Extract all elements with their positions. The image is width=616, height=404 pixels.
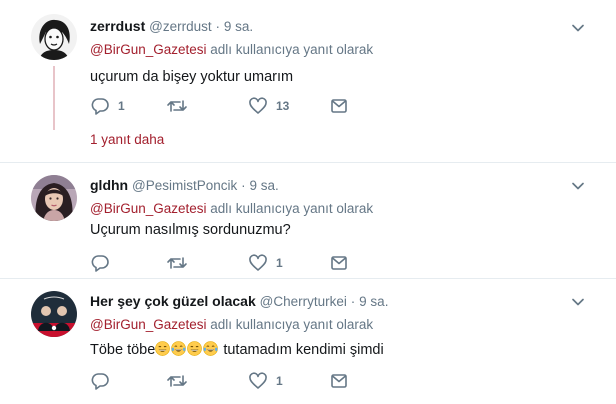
reply-button[interactable] xyxy=(90,253,118,273)
reply-suffix: adlı kullanıcıya yanıt olarak xyxy=(210,317,374,332)
retweet-icon xyxy=(166,254,188,272)
like-button[interactable]: 1 xyxy=(248,371,283,391)
chevron-down-icon[interactable] xyxy=(570,20,586,36)
mention-link[interactable]: @BirGun_Gazetesi xyxy=(90,317,207,332)
tweet[interactable]: zerrdust @zerrdust · 9 sa. @BirGun_Gazet… xyxy=(0,0,616,163)
grinning-face-smiling-eyes-icon xyxy=(155,341,171,356)
reply-context: @BirGun_Gazetesi adlı kullanıcıya yanıt … xyxy=(90,317,373,332)
direct-message-icon xyxy=(330,255,348,271)
tweet[interactable]: Her şey çok güzel olacak @Cherryturkei ·… xyxy=(0,279,616,404)
reply-context: @BirGun_Gazetesi adlı kullanıcıya yanıt … xyxy=(90,201,373,216)
like-icon xyxy=(248,97,268,115)
chevron-down-icon[interactable] xyxy=(570,294,586,310)
user-handle[interactable]: @Cherryturkei xyxy=(260,294,347,309)
tweet-header: gldhn @PesimistPoncik · 9 sa. xyxy=(90,176,279,195)
direct-message-icon xyxy=(330,98,348,114)
tweet-actions: 1 xyxy=(90,371,390,391)
chevron-down-icon[interactable] xyxy=(570,178,586,194)
display-name[interactable]: gldhn xyxy=(90,177,128,193)
separator-dot: · xyxy=(241,178,246,193)
user-handle[interactable]: @PesimistPoncik xyxy=(132,178,237,193)
timestamp[interactable]: 9 sa. xyxy=(224,19,253,34)
like-count: 1 xyxy=(276,256,283,270)
mention-link[interactable]: @BirGun_Gazetesi xyxy=(90,201,207,216)
retweet-icon xyxy=(166,97,188,115)
like-button[interactable]: 1 xyxy=(248,253,283,273)
reply-icon xyxy=(90,97,110,115)
tweet-actions: 1 xyxy=(90,253,390,273)
show-more-replies-link[interactable]: 1 yanıt daha xyxy=(90,132,164,147)
retweet-icon xyxy=(166,372,188,390)
reply-suffix: adlı kullanıcıya yanıt olarak xyxy=(210,42,374,57)
direct-message-button[interactable] xyxy=(330,96,348,116)
mention-link[interactable]: @BirGun_Gazetesi xyxy=(90,42,207,57)
grinning-face-smiling-eyes-icon xyxy=(187,341,203,356)
tweet-text: uçurum da bişey yoktur umarım xyxy=(90,69,294,85)
face-tears-of-joy-icon xyxy=(203,341,219,356)
retweet-button[interactable] xyxy=(166,371,196,391)
tweet-text-end: tutamadım kendimi şimdi xyxy=(223,342,384,358)
tweet-text-start: Töbe töbe xyxy=(90,342,156,358)
reply-context: @BirGun_Gazetesi adlı kullanıcıya yanıt … xyxy=(90,42,373,57)
avatar[interactable] xyxy=(31,175,77,221)
like-count: 1 xyxy=(276,374,283,388)
display-name[interactable]: zerrdust xyxy=(90,18,145,34)
tweet-text: Uçurum nasılmış sordunuzmu? xyxy=(90,222,291,238)
reply-count: 1 xyxy=(118,99,125,113)
separator-dot: · xyxy=(350,294,356,309)
direct-message-button[interactable] xyxy=(330,253,348,273)
reply-button[interactable]: 1 xyxy=(90,96,125,116)
retweet-button[interactable] xyxy=(166,253,196,273)
like-icon xyxy=(248,254,268,272)
user-handle[interactable]: @zerrdust xyxy=(149,19,211,34)
direct-message-icon xyxy=(330,373,348,389)
tweet-actions: 1 13 xyxy=(90,96,390,116)
like-icon xyxy=(248,372,268,390)
tweet-text: Töbe töbe tutamadım kendimi şimdi xyxy=(90,341,384,358)
timestamp[interactable]: 9 sa. xyxy=(359,294,388,309)
direct-message-button[interactable] xyxy=(330,371,348,391)
like-button[interactable]: 13 xyxy=(248,96,289,116)
avatar[interactable] xyxy=(31,14,77,60)
tweet[interactable]: gldhn @PesimistPoncik · 9 sa. @BirGun_Ga… xyxy=(0,163,616,279)
retweet-button[interactable] xyxy=(166,96,196,116)
thread-connector xyxy=(53,66,55,130)
avatar[interactable] xyxy=(31,291,77,337)
reply-suffix: adlı kullanıcıya yanıt olarak xyxy=(210,201,374,216)
tweet-header: zerrdust @zerrdust · 9 sa. xyxy=(90,17,253,36)
face-tears-of-joy-icon xyxy=(171,341,187,356)
tweet-header: Her şey çok güzel olacak @Cherryturkei ·… xyxy=(90,292,388,311)
reply-button[interactable] xyxy=(90,371,118,391)
like-count: 13 xyxy=(276,99,290,113)
separator-dot: · xyxy=(215,19,221,34)
reply-icon xyxy=(90,254,110,272)
reply-icon xyxy=(90,372,110,390)
display-name[interactable]: Her şey çok güzel olacak xyxy=(90,293,256,309)
timestamp[interactable]: 9 sa. xyxy=(250,178,279,193)
